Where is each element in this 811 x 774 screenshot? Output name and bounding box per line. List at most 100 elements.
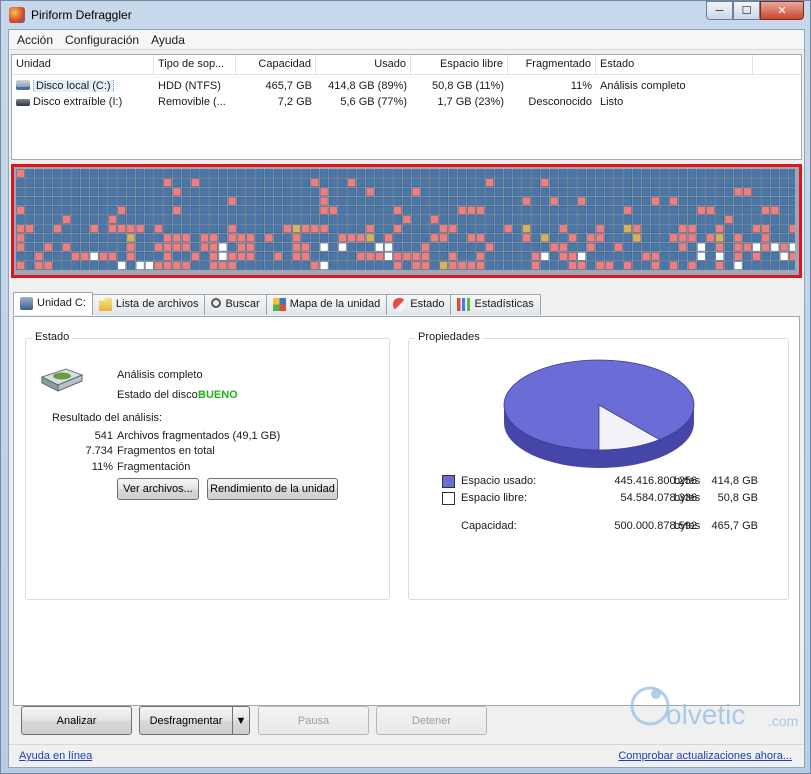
menu-accion[interactable]: Acción [11,33,59,47]
disk-block [200,215,209,224]
tab-estado[interactable]: Estado [386,294,452,315]
analyze-button[interactable]: Analizar [21,706,132,735]
disk-block [678,196,688,206]
disk-block [264,169,274,178]
disk-block [62,215,71,224]
disk-block [743,224,752,233]
tab-estadisticas[interactable]: Estadísticas [450,294,541,315]
disk-block [605,169,614,178]
drive-row-c[interactable]: Disco local (C:) HDD (NTFS) 465,7 GB 414… [12,78,801,94]
disk-block [503,169,513,178]
defrag-options-dropdown[interactable]: ▼ [232,706,250,735]
column-header-usado[interactable]: Usado [316,55,411,74]
disk-block [246,206,255,215]
disk-block [264,252,274,261]
disk-block [273,178,283,187]
disk-block [402,187,412,197]
column-header-estado[interactable]: Estado [596,55,753,74]
check-updates-link[interactable]: Comprobar actualizaciones ahora... [618,750,792,762]
drive-block-map[interactable] [11,164,802,278]
disk-block [540,206,550,215]
disk-block [467,224,476,233]
disk-block [273,224,283,233]
disk-block [145,224,154,233]
menu-ayuda[interactable]: Ayuda [145,33,191,47]
stop-button[interactable]: Detener [376,706,487,735]
disk-block [191,252,200,261]
disk-block [678,224,688,233]
menu-configuracion[interactable]: Configuración [59,33,145,47]
disk-block [439,252,448,261]
disk-block [697,224,706,233]
disk-block [476,224,485,233]
disk-block [209,178,218,187]
disk-block [99,233,108,243]
disk-block [743,196,752,206]
disk-block [25,252,34,261]
drive-row-i[interactable]: Disco extraíble (I:) Removible (... 7,2 … [12,94,801,110]
online-help-link[interactable]: Ayuda en línea [19,750,92,762]
disk-block [209,196,218,206]
disk-block [540,196,550,206]
drive-performance-button[interactable]: Rendimiento de la unidad [207,478,338,500]
disk-block [752,178,761,187]
drive-type: HDD (NTFS) [158,80,221,92]
column-header-unidad[interactable]: Unidad [12,55,154,74]
disk-block [577,169,586,178]
disk-block [16,261,25,270]
disk-block [476,196,485,206]
tab-buscar[interactable]: Buscar [204,294,267,315]
disk-block [503,187,513,197]
disk-block [706,169,715,178]
disk-block [108,187,117,197]
disk-block [172,178,182,187]
defrag-button[interactable]: Desfragmentar [139,706,233,735]
disk-block [614,233,623,243]
disk-block [135,206,145,215]
column-header-fragmentado[interactable]: Fragmentado [508,55,596,74]
disk-block [623,224,632,233]
disk-block [724,196,734,206]
disk-block [586,169,596,178]
disk-block [264,206,274,215]
disk-block [108,196,117,206]
disk-block [246,233,255,243]
disk-block [154,215,163,224]
close-button[interactable]: ✕ [760,1,804,20]
disk-block [540,242,550,252]
disk-block [89,196,99,206]
disk-block [172,224,182,233]
maximize-button[interactable]: ☐ [733,1,760,20]
disk-block [329,178,338,187]
disk-block [292,215,301,224]
disk-block [237,252,246,261]
disk-block [641,178,651,187]
disk-block [641,215,651,224]
disk-block [577,252,586,261]
disk-block [522,215,531,224]
disk-block [706,206,715,215]
disk-block [715,242,724,252]
disk-block [365,233,375,243]
disk-block [632,233,642,243]
disk-block [559,178,568,187]
free-space-swatch [442,492,455,505]
title-bar[interactable]: Piriform Defraggler ─ ☐ ✕ [1,1,810,29]
disk-block [761,169,770,178]
column-header-espacio-libre[interactable]: Espacio libre [411,55,508,74]
disk-block [743,215,752,224]
disk-block [89,169,99,178]
tab-mapa[interactable]: Mapa de la unidad [265,294,388,315]
tab-lista-archivos[interactable]: Lista de archivos [91,294,206,315]
drive-list[interactable]: Unidad Tipo de sop... Capacidad Usado Es… [11,54,802,160]
disk-block [227,252,237,261]
tab-unidad[interactable]: Unidad C: [13,292,93,315]
pause-button[interactable]: Pausa [258,706,369,735]
view-files-button[interactable]: Ver archivos... [117,478,199,500]
disk-block [467,233,476,243]
column-header-tipo[interactable]: Tipo de sop... [154,55,236,74]
disk-block [62,224,71,233]
column-header-capacidad[interactable]: Capacidad [236,55,316,74]
disk-block [513,215,522,224]
minimize-button[interactable]: ─ [706,1,733,20]
